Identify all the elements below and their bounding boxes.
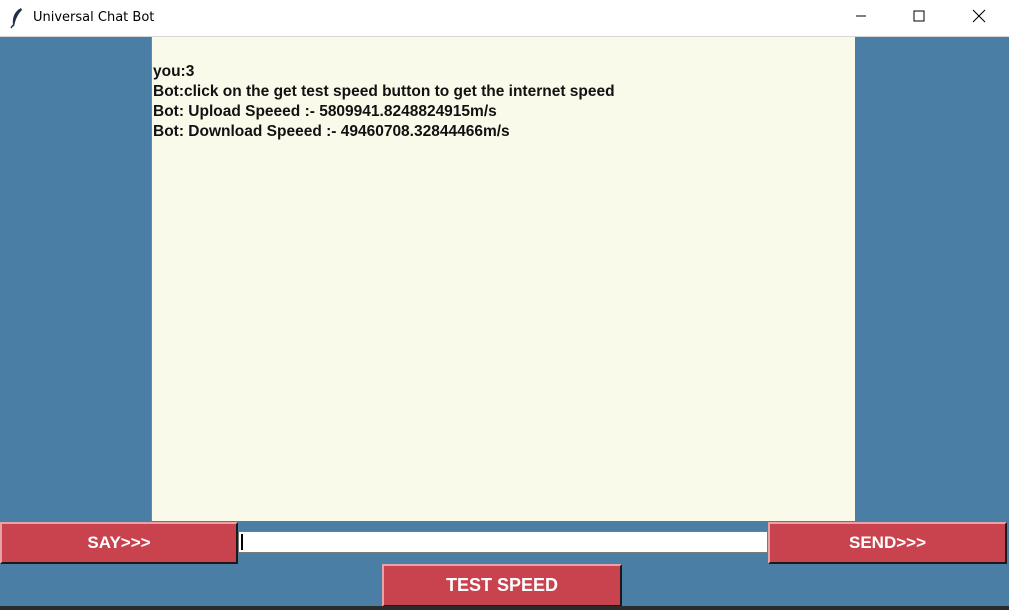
text-cursor — [241, 534, 243, 550]
window-title: Universal Chat Bot — [33, 10, 155, 25]
say-button[interactable]: SAY>>> — [0, 522, 238, 564]
chat-line: Bot: Upload Speeed :- 5809941.8248824915… — [153, 103, 497, 120]
close-button[interactable] — [948, 0, 1009, 36]
test-speed-button[interactable]: TEST SPEED — [382, 564, 622, 607]
chat-line: you:3 — [153, 63, 195, 80]
chat-log[interactable]: you:3 Bot:click on the get test speed bu… — [151, 37, 855, 521]
taskbar-edge — [0, 606, 1009, 610]
feather-icon — [9, 7, 25, 29]
maximize-icon — [913, 9, 925, 27]
send-button[interactable]: SEND>>> — [768, 522, 1007, 564]
minimize-button[interactable] — [832, 0, 890, 36]
chat-line: Bot:click on the get test speed button t… — [153, 83, 615, 100]
title-bar: Universal Chat Bot — [0, 0, 1009, 37]
chat-line: Bot: Download Speeed :- 49460708.3284446… — [153, 123, 510, 140]
maximize-button[interactable] — [890, 0, 948, 36]
close-icon — [972, 9, 986, 28]
window-client-area: you:3 Bot:click on the get test speed bu… — [0, 37, 1009, 610]
minimize-icon — [855, 9, 867, 27]
message-input[interactable] — [238, 531, 768, 553]
